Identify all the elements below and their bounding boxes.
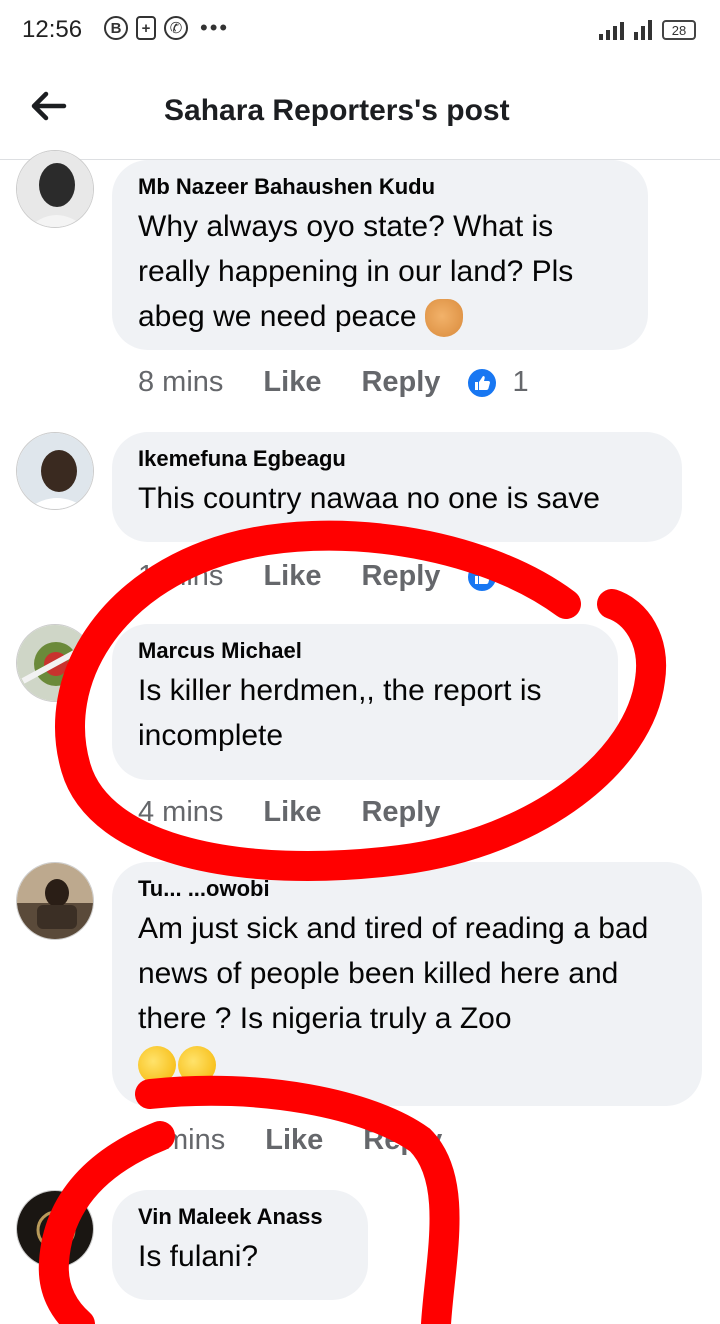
- back-button[interactable]: [28, 86, 68, 126]
- signal-icon-2: [634, 18, 652, 40]
- avatar[interactable]: [16, 862, 94, 940]
- clapping-hands-icon: [424, 299, 463, 338]
- arrow-left-icon: [31, 91, 67, 121]
- comment-time: 4 mins: [138, 796, 224, 828]
- reply-button[interactable]: Reply: [363, 1124, 442, 1157]
- confused-face-icon: [138, 1046, 176, 1085]
- battery-saver-icon: +: [136, 16, 156, 40]
- comment-time: mins: [164, 1124, 226, 1156]
- reply-button[interactable]: Reply: [361, 796, 440, 829]
- reply-button[interactable]: Reply: [361, 366, 440, 399]
- like-button[interactable]: Like: [263, 796, 321, 829]
- reaction-count[interactable]: 1: [512, 366, 528, 399]
- comment-bubble: Vin Maleek Anass Is fulani?: [112, 1190, 368, 1300]
- status-icons: B + ✆ •••: [104, 16, 229, 40]
- comment-time: 1 mins: [138, 560, 224, 592]
- status-bar: 12:56 B + ✆ ••• 28: [0, 0, 720, 62]
- avatar[interactable]: [16, 624, 94, 702]
- comment-actions: 4 mins Like Reply: [138, 796, 466, 829]
- comment-author[interactable]: Mb Nazeer Bahaushen Kudu: [138, 174, 622, 200]
- comment-bubble: Ikemefuna Egbeagu This country nawaa no …: [112, 432, 682, 542]
- thumbs-up-icon[interactable]: [466, 366, 499, 399]
- thumbs-up-icon[interactable]: [466, 560, 499, 593]
- comment-bubble: Marcus Michael Is killer herdmen,, the r…: [112, 624, 618, 780]
- comment-actions: 1 mins Like Reply 1: [138, 560, 529, 593]
- comment-actions: mins Like Reply: [138, 1124, 468, 1157]
- comment-bubble: Mb Nazeer Bahaushen Kudu Why always oyo …: [112, 160, 648, 350]
- avatar[interactable]: [16, 1190, 94, 1268]
- comment-text: Is killer herdmen,, the report is incomp…: [138, 674, 542, 752]
- comment-bubble: Tu... ...owobi Am just sick and tired of…: [112, 862, 702, 1106]
- more-dots-icon: •••: [200, 15, 230, 40]
- comment-text: Why always oyo state? What is really hap…: [138, 204, 622, 339]
- page-title: Sahara Reporters's post: [164, 94, 510, 127]
- signal-icon: [599, 18, 624, 40]
- comment-text: Am just sick and tired of reading a bad …: [138, 906, 676, 1086]
- comment-actions: 8 mins Like Reply 1: [138, 366, 529, 399]
- avatar[interactable]: [16, 432, 94, 510]
- comment-author[interactable]: Tu... ...owobi: [138, 876, 676, 902]
- like-button[interactable]: Like: [263, 366, 321, 399]
- like-button[interactable]: Like: [265, 1124, 323, 1157]
- battery-icon: 28: [662, 20, 696, 40]
- comment-time: 8 mins: [138, 366, 224, 398]
- comment-author[interactable]: Ikemefuna Egbeagu: [138, 446, 656, 472]
- status-time: 12:56: [22, 16, 83, 43]
- whatsapp-icon: ✆: [164, 16, 188, 40]
- status-right: 28: [599, 18, 696, 40]
- avatar[interactable]: [16, 150, 94, 228]
- comment-author[interactable]: Vin Maleek Anass: [138, 1204, 342, 1230]
- reaction-count[interactable]: 1: [512, 560, 528, 593]
- reply-button[interactable]: Reply: [361, 560, 440, 593]
- like-button[interactable]: Like: [263, 560, 321, 593]
- comment-text: This country nawaa no one is save: [138, 482, 600, 515]
- sad-face-icon: [178, 1046, 216, 1085]
- app-header: Sahara Reporters's post: [0, 62, 720, 160]
- b-icon: B: [104, 16, 128, 40]
- comment-text: Is fulani?: [138, 1240, 259, 1273]
- comment-author[interactable]: Marcus Michael: [138, 638, 592, 664]
